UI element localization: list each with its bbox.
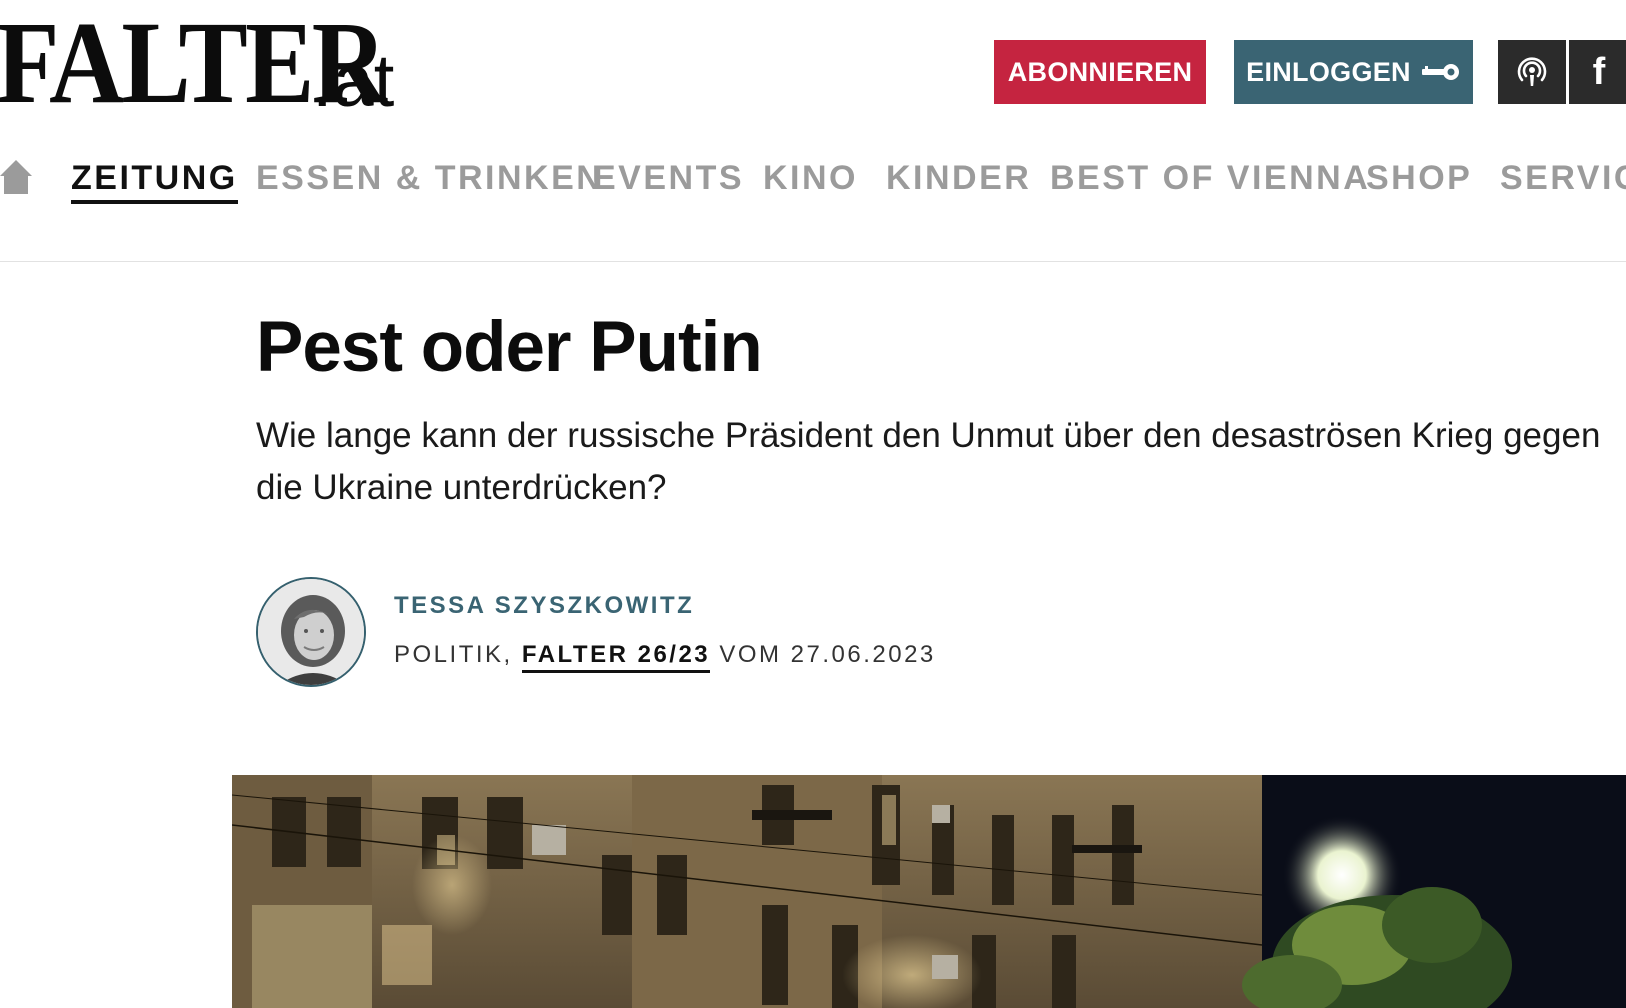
nav-item-events[interactable]: EVENTS (593, 158, 744, 198)
issue-link[interactable]: FALTER 26/23 (521, 641, 711, 673)
hero-image (232, 775, 1626, 1008)
subscribe-button[interactable]: ABONNIEREN (994, 40, 1206, 104)
nav-item-shop[interactable]: SHOP (1366, 158, 1472, 198)
nav-item-kinder[interactable]: KINDER (886, 158, 1031, 198)
nav-item-best-of-vienna[interactable]: BEST OF VIENNA (1050, 158, 1370, 198)
author-name[interactable]: TESSA SZYSZKOWITZ (394, 592, 694, 620)
author-avatar[interactable] (256, 577, 366, 687)
article-title: Pest oder Putin (256, 308, 763, 387)
facebook-icon: f (1592, 50, 1606, 93)
subscribe-button-label: ABONNIEREN (1007, 56, 1193, 87)
podcast-icon (1517, 57, 1547, 86)
nav-item-zeitung[interactable]: ZEITUNG (71, 158, 238, 204)
nav-item-service[interactable]: SERVICE (1500, 158, 1626, 198)
home-icon[interactable] (0, 158, 32, 196)
login-button[interactable]: EINLOGGEN (1234, 40, 1473, 104)
article-section: POLITIK, (394, 641, 513, 668)
article-date: VOM 27.06.2023 (719, 641, 936, 668)
hero-night-street-photo (232, 775, 1626, 1008)
logo-domain-suffix: .at (312, 39, 395, 122)
site-header: FALTER .at ABONNIEREN EINLOGGEN f ZEITUN… (0, 0, 1626, 262)
login-button-label: EINLOGGEN (1246, 56, 1411, 87)
author-portrait (258, 579, 364, 685)
key-icon (1421, 64, 1459, 80)
main-navigation: ZEITUNG ESSEN & TRINKEN EVENTS KINO KIND… (0, 156, 1626, 212)
falter-logo[interactable]: FALTER .at (0, 4, 437, 122)
podcast-button[interactable] (1498, 40, 1566, 104)
article-meta: POLITIK, FALTER 26/23 VOM 27.06.2023 (394, 641, 936, 673)
nav-item-essen-trinken[interactable]: ESSEN & TRINKEN (256, 158, 603, 198)
facebook-button[interactable]: f (1569, 40, 1626, 104)
nav-item-kino[interactable]: KINO (763, 158, 858, 198)
article-lead: Wie lange kann der russische Präsident d… (256, 416, 1601, 507)
